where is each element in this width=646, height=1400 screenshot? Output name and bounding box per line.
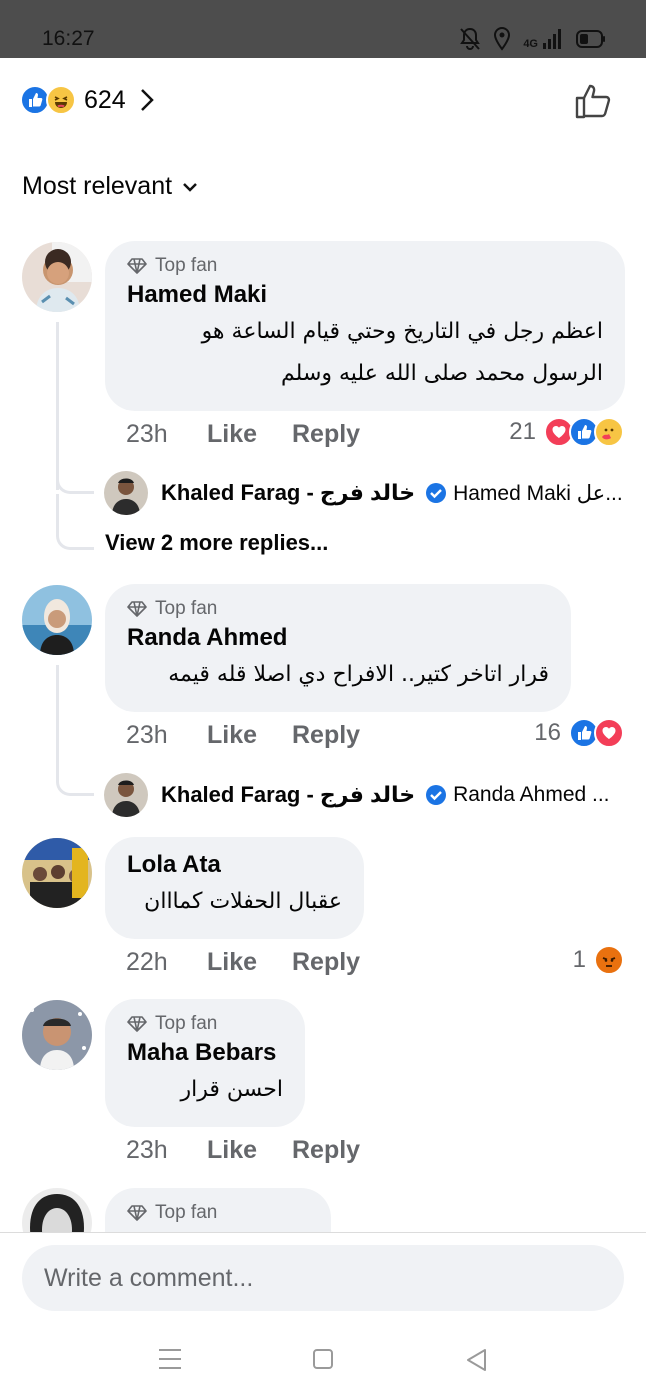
comment-author[interactable]: Maha Bebars — [127, 1039, 283, 1067]
love-icon — [594, 718, 624, 748]
comment-bubble: Lola Ata عقبال الحفلات كمااان — [105, 837, 364, 939]
top-fan-badge: Top fan — [127, 598, 549, 620]
menu-icon — [159, 1349, 181, 1369]
avatar[interactable] — [22, 242, 92, 312]
like-button[interactable]: Like — [207, 721, 292, 750]
thread-line — [56, 665, 59, 770]
diamond-icon — [127, 258, 147, 274]
comment-bubble: Top fan Randa Ahmed قرار اتاخر كتير.. ال… — [105, 584, 571, 712]
top-fan-badge: Top fan — [127, 255, 603, 277]
reply-author: Khaled Farag - خالد فرج — [161, 480, 416, 505]
reaction-count: 16 — [534, 719, 561, 746]
comment-time: 22h — [126, 948, 168, 976]
comment-text: قرار اتاخر كتير.. الافراح دي اصلا قله قي… — [168, 662, 549, 687]
comment-time: 23h — [126, 721, 168, 749]
nav-back-button[interactable] — [465, 1348, 487, 1377]
bell-muted-icon — [460, 27, 481, 50]
like-button[interactable]: Like — [207, 420, 292, 449]
status-bar: 16:27 4G — [0, 0, 646, 58]
reply-author: Khaled Farag - خالد فرج — [161, 782, 416, 807]
reply-text: Hamed Maki عل... — [453, 481, 623, 505]
avatar[interactable] — [22, 838, 92, 908]
care-icon — [594, 417, 624, 447]
reply-button[interactable]: Reply — [292, 948, 360, 977]
diamond-icon — [127, 1205, 147, 1221]
comment-actions: 23h Like Reply — [126, 1136, 360, 1165]
battery-icon — [576, 30, 605, 48]
comment-author[interactable]: Randa Ahmed — [127, 624, 549, 652]
comment-time: 23h — [126, 420, 168, 448]
comment-time: 23h — [126, 1136, 168, 1164]
comment-author[interactable]: Lola Ata — [127, 851, 342, 879]
comment-author[interactable]: Hamed Maki — [127, 281, 603, 309]
sort-label: Most relevant — [22, 172, 173, 200]
haha-icon — [46, 85, 76, 115]
chevron-right-icon — [140, 89, 154, 111]
sort-dropdown[interactable]: Most relevant — [22, 172, 198, 201]
reply-preview[interactable]: Khaled Farag - خالد فرج Randa Ahmed ... — [161, 782, 610, 808]
comment-actions: 23h Like Reply — [126, 721, 360, 750]
avatar[interactable] — [22, 585, 92, 655]
reaction-count: 21 — [509, 418, 536, 445]
reply-button[interactable]: Reply — [292, 721, 360, 750]
nav-home-button[interactable] — [312, 1348, 334, 1375]
angry-icon — [594, 945, 624, 975]
comment-text: الرسول محمد صلى الله عليه وسلم — [281, 361, 603, 386]
comment-text: اعظم رجل في التاريخ وحتي قيام الساعة هو — [201, 319, 603, 344]
square-icon — [313, 1349, 333, 1369]
reaction-summary[interactable]: 624 — [20, 84, 154, 116]
comment-bubble: Top fan Hamed Maki اعظم رجل في التاريخ و… — [105, 241, 625, 411]
badge-label: Top fan — [155, 1202, 218, 1223]
like-button[interactable]: Like — [207, 948, 292, 977]
reactions-header: 624 — [0, 58, 646, 148]
diamond-icon — [127, 601, 147, 617]
comment-text: احسن قرار — [180, 1077, 283, 1102]
back-triangle-icon — [467, 1349, 486, 1371]
like-post-button[interactable] — [574, 82, 612, 125]
thread-connector — [56, 762, 94, 796]
network-type: 4G — [523, 38, 538, 50]
verified-badge-icon — [426, 483, 447, 503]
badge-label: Top fan — [155, 1013, 218, 1034]
system-nav-bar — [0, 1330, 646, 1400]
reaction-total: 624 — [84, 85, 126, 114]
nav-menu-button[interactable] — [158, 1348, 182, 1375]
comment-reactions[interactable]: 1 — [573, 945, 624, 975]
reply-preview[interactable]: Khaled Farag - خالد فرج Hamed Maki عل... — [161, 480, 623, 506]
comment-composer — [0, 1232, 646, 1342]
avatar[interactable] — [22, 1000, 92, 1070]
signal-icon — [543, 29, 561, 49]
thread-connector — [56, 462, 94, 494]
comment-reactions[interactable]: 16 — [534, 718, 624, 748]
top-fan-badge: Top fan — [127, 1013, 283, 1035]
avatar[interactable] — [104, 773, 148, 817]
avatar[interactable] — [104, 471, 148, 515]
network-indicator: 4G — [523, 28, 564, 50]
reply-button[interactable]: Reply — [292, 1136, 360, 1165]
top-fan-badge: Top fan — [127, 1202, 309, 1224]
reply-text: Randa Ahmed ... — [453, 783, 610, 806]
comment-actions: 22h Like Reply — [126, 948, 360, 977]
chevron-down-icon — [183, 182, 197, 192]
reply-button[interactable]: Reply — [292, 420, 360, 449]
status-time: 16:27 — [42, 27, 95, 50]
badge-label: Top fan — [155, 598, 218, 619]
verified-badge-icon — [426, 785, 447, 805]
reaction-count: 1 — [572, 946, 586, 973]
view-more-replies[interactable]: View 2 more replies... — [105, 530, 328, 556]
comment-actions: 23h Like Reply — [126, 420, 360, 449]
comment-text: عقبال الحفلات كمااان — [144, 889, 342, 914]
thread-connector — [56, 494, 94, 550]
location-icon — [494, 27, 511, 51]
comment-reactions[interactable]: 21 — [509, 417, 624, 447]
diamond-icon — [127, 1016, 147, 1032]
comment-bubble: Top fan Maha Bebars احسن قرار — [105, 999, 305, 1127]
badge-label: Top fan — [155, 255, 218, 276]
thumbs-up-outline-icon — [575, 84, 611, 119]
comment-input[interactable] — [22, 1245, 624, 1311]
status-icons: 4G — [459, 27, 606, 51]
like-button[interactable]: Like — [207, 1136, 292, 1165]
